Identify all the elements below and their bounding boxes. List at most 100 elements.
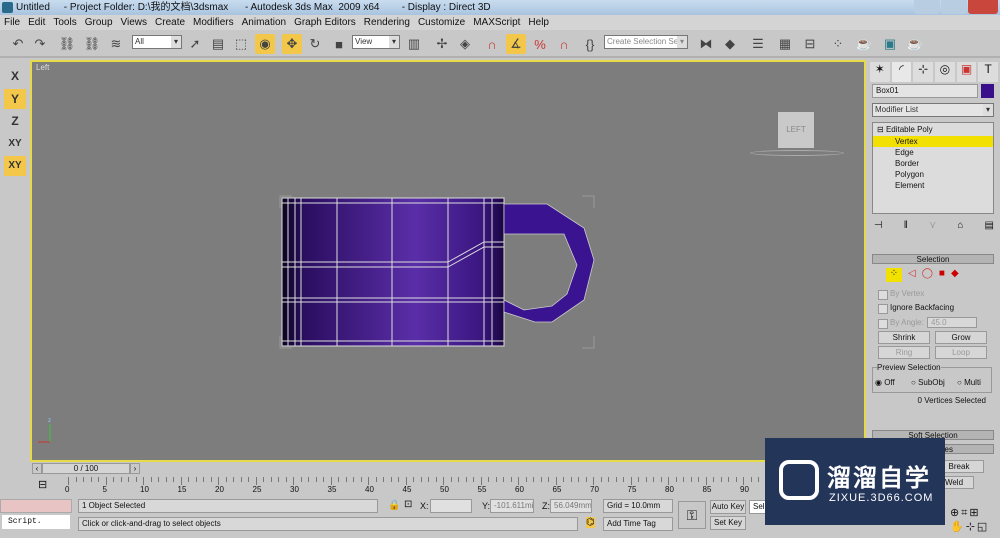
layer-manager-icon[interactable]: ☰ (748, 34, 768, 54)
constrain-y-button[interactable]: Y (4, 89, 26, 109)
menu-edit[interactable]: Edit (24, 15, 49, 30)
edge-level-icon[interactable]: ◁ (908, 268, 916, 282)
menu-graph-editors[interactable]: Graph Editors (290, 15, 360, 30)
menu-rendering[interactable]: Rendering (360, 15, 414, 30)
select-object-icon[interactable]: ➚ (185, 34, 205, 54)
hierarchy-tab-icon[interactable]: ⊹ (913, 62, 934, 82)
object-color-swatch[interactable] (981, 84, 994, 98)
auto-key-button[interactable]: Auto Key (710, 500, 746, 514)
spinner-snap-icon[interactable]: ∩ (554, 34, 574, 54)
set-key-button[interactable]: Set Key (710, 516, 746, 530)
menu-maxscript[interactable]: MAXScript (469, 15, 524, 30)
maxscript-listener-pink[interactable] (0, 499, 72, 513)
select-and-scale-icon[interactable]: ■ (329, 34, 349, 54)
stack-element[interactable]: Element (873, 180, 993, 191)
mini-curve-editor-icon[interactable]: ⊟ (38, 478, 47, 491)
unlink-icon[interactable]: ⛓ (82, 34, 102, 54)
border-level-icon[interactable]: ◯ (922, 268, 933, 282)
manipulate-icon[interactable]: ✢ (432, 34, 452, 54)
display-tab-icon[interactable]: ▣ (956, 62, 977, 82)
add-time-tag-button[interactable]: Add Time Tag (603, 517, 673, 531)
by-angle-checkbox[interactable]: By Angle: (878, 318, 924, 329)
stack-vertex[interactable]: Vertex (873, 136, 993, 147)
time-slider[interactable]: ‹ 0 / 100 › (30, 462, 866, 475)
utilities-tab-icon[interactable]: T (978, 62, 999, 82)
pivot-center-icon[interactable]: ▥ (404, 34, 424, 54)
lock-selection-icon[interactable]: 🔒 (388, 500, 400, 511)
menu-modifiers[interactable]: Modifiers (189, 15, 238, 30)
track-bar[interactable]: ⊟ 0 5 10 15 20 25 30 35 40 45 50 55 60 65 70 75 80 85 90 (0, 475, 780, 497)
ring-button[interactable]: Ring (878, 346, 930, 359)
polygon-level-icon[interactable]: ■ (939, 268, 945, 282)
stack-editable-poly[interactable]: ⊟ Editable Poly (873, 123, 993, 136)
selection-filter-dropdown[interactable]: All (132, 35, 182, 49)
angle-spinner[interactable]: 45.0 (927, 317, 977, 328)
x-coordinate-input[interactable] (430, 499, 472, 513)
rendered-frame-window-icon[interactable]: ▣ (880, 34, 900, 54)
menu-group[interactable]: Group (81, 15, 117, 30)
select-and-move-icon[interactable]: ✥ (282, 34, 302, 54)
select-and-rotate-icon[interactable]: ↻ (305, 34, 325, 54)
next-frame-icon[interactable]: › (130, 463, 140, 474)
menu-views[interactable]: Views (117, 15, 152, 30)
remove-modifier-icon[interactable]: ⌂ (957, 220, 963, 232)
menu-customize[interactable]: Customize (414, 15, 469, 30)
window-crossing-icon[interactable]: ◉ (255, 34, 275, 54)
angle-snap-icon[interactable]: ∡ (506, 34, 526, 54)
quick-render-icon[interactable]: ☕ (905, 34, 925, 54)
ignore-backfacing-checkbox[interactable]: Ignore Backfacing (878, 303, 954, 314)
align-icon[interactable]: ◆ (720, 34, 740, 54)
pin-stack-icon[interactable]: ⊣ (874, 220, 883, 232)
modify-tab-icon[interactable]: ◜ (891, 62, 912, 82)
menu-file[interactable]: File (0, 15, 24, 30)
schematic-view-icon[interactable]: ⊟ (800, 34, 820, 54)
motion-tab-icon[interactable]: ◎ (935, 62, 955, 82)
rectangular-selection-icon[interactable]: ⬚ (231, 34, 251, 54)
preview-subobj-radio[interactable]: ○ SubObj (911, 378, 945, 387)
maximize-button[interactable] (941, 0, 967, 14)
grow-button[interactable]: Grow (935, 331, 987, 344)
time-tag-icon[interactable]: ⌬ (586, 517, 595, 528)
element-level-icon[interactable]: ◆ (951, 268, 959, 282)
material-editor-icon[interactable]: ⁘ (828, 34, 848, 54)
constrain-xy-button[interactable]: XY (4, 134, 26, 154)
percent-snap-icon[interactable]: % (530, 34, 550, 54)
edit-named-selection-icon[interactable]: {} (580, 34, 600, 54)
prev-frame-icon[interactable]: ‹ (32, 463, 42, 474)
reference-coordinate-dropdown[interactable]: View (352, 35, 400, 49)
stack-border[interactable]: Border (873, 158, 993, 169)
snaps-toggle-icon[interactable]: ∩ (482, 34, 502, 54)
y-coordinate-input[interactable]: -101.611mi (490, 499, 534, 513)
render-setup-icon[interactable]: ☕ (854, 34, 874, 54)
left-viewport[interactable]: Left LEFT z (30, 60, 866, 462)
selection-rollout-header[interactable]: Selection (872, 254, 994, 264)
menu-help[interactable]: Help (524, 15, 553, 30)
configure-modifier-sets-icon[interactable]: ▤ (985, 220, 994, 232)
bind-space-warp-icon[interactable]: ≋ (106, 34, 126, 54)
viewport-navigation-icons[interactable]: ⊕⌗⊞ ✋⊹◱ (950, 506, 998, 533)
mirror-icon[interactable]: ⧓ (696, 34, 716, 54)
loop-button[interactable]: Loop (935, 346, 987, 359)
z-coordinate-input[interactable]: 56.049mm (550, 499, 592, 513)
vertex-level-icon[interactable]: ⁘ (886, 268, 902, 282)
set-key-mode-icon[interactable]: ⚿ (678, 501, 706, 529)
create-tab-icon[interactable]: ✶ (870, 62, 890, 82)
stack-polygon[interactable]: Polygon (873, 169, 993, 180)
time-slider-thumb[interactable]: 0 / 100 (42, 463, 130, 474)
make-unique-icon[interactable]: ⋎ (929, 220, 936, 232)
track-ruler[interactable]: 0 5 10 15 20 25 30 35 40 45 50 55 60 65 70 75 80 85 90 (65, 475, 780, 497)
mug-object[interactable]: z (32, 62, 866, 462)
named-selection-dropdown[interactable]: Create Selection Set (604, 35, 688, 49)
constrain-z-button[interactable]: Z (4, 111, 26, 131)
menu-animation[interactable]: Animation (238, 15, 290, 30)
modifier-list-dropdown[interactable]: Modifier List (872, 103, 994, 117)
constrain-plane-cycle-button[interactable]: XY (4, 156, 26, 176)
preview-multi-radio[interactable]: ○ Multi (957, 378, 981, 387)
select-and-link-icon[interactable]: ⛓ (57, 34, 77, 54)
undo-icon[interactable]: ↶ (8, 34, 28, 54)
constrain-x-button[interactable]: X (4, 66, 26, 86)
show-end-result-icon[interactable]: ‖ (904, 220, 908, 232)
select-by-name-icon[interactable]: ▤ (208, 34, 228, 54)
absolute-mode-icon[interactable]: ⊡ (404, 499, 412, 510)
maxscript-mini-listener[interactable]: Script. (2, 515, 70, 529)
